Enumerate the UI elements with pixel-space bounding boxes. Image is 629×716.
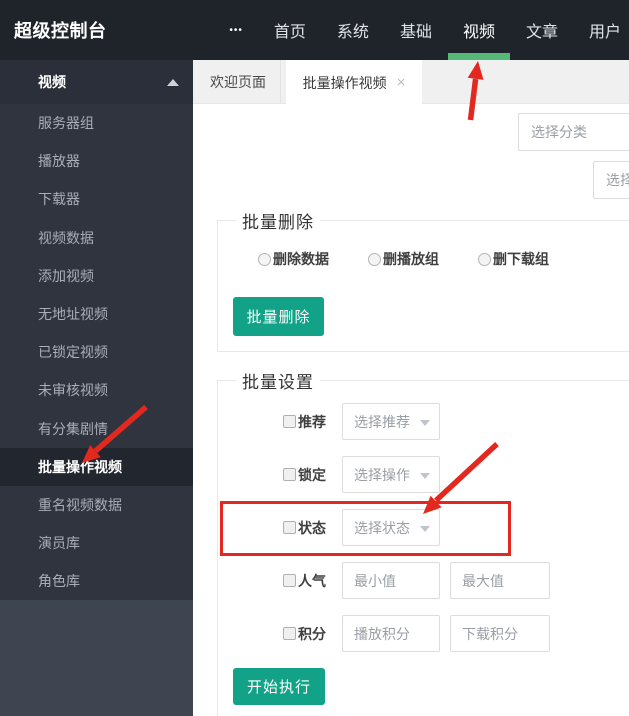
caret-down-icon — [420, 526, 430, 532]
collapse-arrow-icon — [167, 79, 179, 86]
category-select[interactable]: 选择分类 — [518, 113, 629, 151]
tab-bar: 欢迎页面 批量操作视频 × — [193, 60, 629, 104]
sidebar-item-locked-video[interactable]: 已锁定视频 — [0, 333, 193, 371]
row-popularity: 人气 — [218, 562, 629, 599]
sidebar-item-no-address-video[interactable]: 无地址视频 — [0, 295, 193, 333]
sidebar: 视频 服务器组 播放器 下载器 视频数据 添加视频 无地址视频 已锁定视频 未审… — [0, 60, 193, 716]
checkbox-status[interactable]: 状态 — [283, 518, 326, 538]
sidebar-item-role-library[interactable]: 角色库 — [0, 562, 193, 600]
row-points: 积分 — [218, 615, 629, 652]
close-icon[interactable]: × — [397, 75, 406, 90]
nav-item-basic[interactable]: 基础 — [400, 0, 432, 60]
checkbox-points[interactable]: 积分 — [283, 624, 326, 644]
batch-set-rows: 推荐 选择推荐 锁定 选择操作 — [218, 403, 629, 668]
delete-mode-radio-group: 删除数据 删播放组 删下载组 — [258, 249, 549, 269]
sidebar-item-actor-library[interactable]: 演员库 — [0, 524, 193, 562]
batch-delete-section: 批量删除 删除数据 删播放组 删下载组 批量删除 — [217, 220, 629, 352]
batch-set-section: 批量设置 推荐 选择推荐 锁定 选择操作 — [217, 380, 629, 716]
caret-down-icon — [420, 473, 430, 479]
sidebar-item-add-video[interactable]: 添加视频 — [0, 257, 193, 295]
batch-delete-button[interactable]: 批量删除 — [233, 297, 324, 336]
app-title: 超级控制台 — [14, 17, 107, 43]
recommend-select[interactable]: 选择推荐 — [342, 403, 440, 440]
top-nav: ••• 首页 系统 基础 视频 文章 用户 — [229, 0, 621, 60]
sidebar-item-downloader[interactable]: 下载器 — [0, 180, 193, 218]
min-value-input[interactable] — [342, 562, 440, 599]
radio-icon — [368, 253, 381, 266]
execute-button[interactable]: 开始执行 — [233, 668, 325, 705]
radio-icon — [478, 253, 491, 266]
checkbox-icon — [283, 468, 296, 481]
nav-item-home[interactable]: 首页 — [274, 0, 306, 60]
row-recommend: 推荐 选择推荐 — [218, 403, 629, 440]
checkbox-icon — [283, 627, 296, 640]
radio-option-delete-download-group[interactable]: 删下载组 — [478, 249, 549, 269]
tab-welcome[interactable]: 欢迎页面 — [196, 60, 281, 103]
secondary-select[interactable]: 选择 — [593, 161, 629, 199]
row-status: 状态 选择状态 — [218, 509, 629, 546]
nav-active-indicator — [448, 53, 510, 60]
sidebar-item-duplicate-video-data[interactable]: 重名视频数据 — [0, 486, 193, 524]
checkbox-recommend[interactable]: 推荐 — [283, 412, 326, 432]
play-points-input[interactable] — [342, 615, 440, 652]
main-content: 选择分类 选择 批量删除 删除数据 删播放组 删下载组 批量删除 批量设置 — [193, 104, 629, 716]
download-points-input[interactable] — [450, 615, 550, 652]
sidebar-item-episode-plot[interactable]: 有分集剧情 — [0, 410, 193, 448]
row-lock: 锁定 选择操作 — [218, 456, 629, 493]
lock-select[interactable]: 选择操作 — [342, 456, 440, 493]
nav-item-article[interactable]: 文章 — [526, 0, 558, 60]
top-navbar: 超级控制台 ••• 首页 系统 基础 视频 文章 用户 — [0, 0, 629, 60]
checkbox-icon — [283, 521, 296, 534]
checkbox-lock[interactable]: 锁定 — [283, 465, 326, 485]
nav-item-video[interactable]: 视频 — [463, 0, 495, 60]
batch-set-section-title: 批量设置 — [236, 368, 320, 393]
sidebar-item-batch-operate-video[interactable]: 批量操作视频 — [0, 448, 193, 486]
nav-item-system[interactable]: 系统 — [337, 0, 369, 60]
sidebar-item-video-data[interactable]: 视频数据 — [0, 219, 193, 257]
nav-item-user[interactable]: 用户 — [589, 0, 621, 60]
checkbox-icon — [283, 415, 296, 428]
tab-batch-operate-video[interactable]: 批量操作视频 × — [286, 60, 422, 105]
status-select[interactable]: 选择状态 — [342, 509, 440, 546]
checkbox-icon — [283, 574, 296, 587]
radio-option-delete-data[interactable]: 删除数据 — [258, 249, 329, 269]
sidebar-group-video[interactable]: 视频 — [0, 60, 193, 104]
sidebar-menu: 视频 服务器组 播放器 下载器 视频数据 添加视频 无地址视频 已锁定视频 未审… — [0, 60, 193, 600]
max-value-input[interactable] — [450, 562, 550, 599]
batch-delete-section-title: 批量删除 — [236, 208, 320, 233]
radio-option-delete-play-group[interactable]: 删播放组 — [368, 249, 439, 269]
caret-down-icon — [420, 420, 430, 426]
radio-icon — [258, 253, 271, 266]
checkbox-popularity[interactable]: 人气 — [283, 571, 326, 591]
sidebar-item-unreviewed-video[interactable]: 未审核视频 — [0, 371, 193, 409]
sidebar-item-server-group[interactable]: 服务器组 — [0, 104, 193, 142]
more-menu-button[interactable]: ••• — [229, 25, 243, 36]
sidebar-item-player[interactable]: 播放器 — [0, 142, 193, 180]
